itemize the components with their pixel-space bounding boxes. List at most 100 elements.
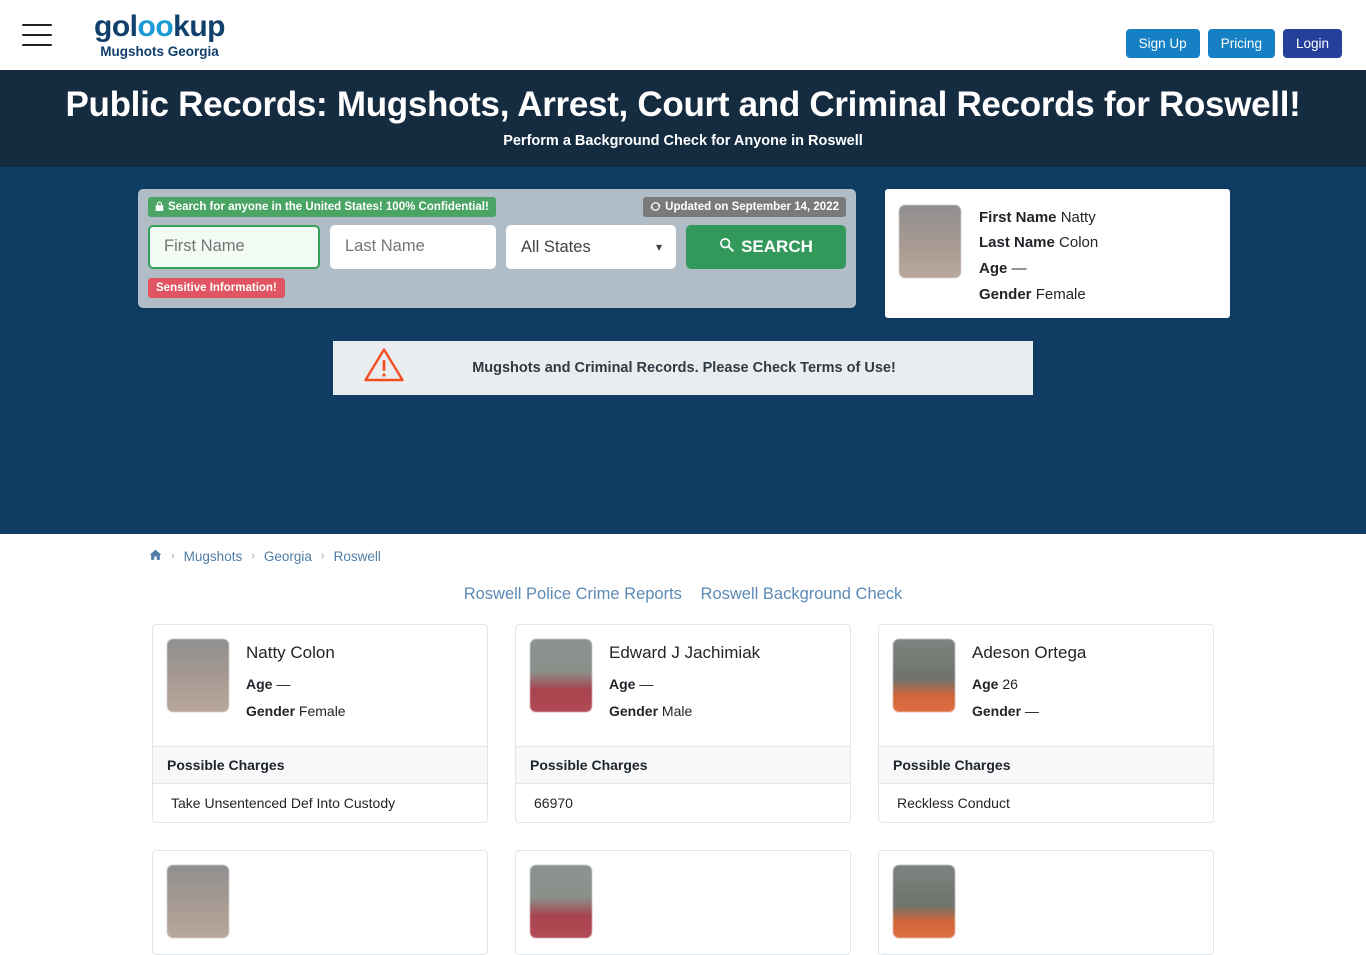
sync-icon <box>650 201 661 212</box>
possible-charges-header: Possible Charges <box>516 745 850 784</box>
terms-warning-banner: Mugshots and Criminal Records. Please Ch… <box>333 340 1033 395</box>
breadcrumb-item-mugshots[interactable]: Mugshots <box>184 549 243 564</box>
first-name-input[interactable] <box>148 224 320 269</box>
result-gender-value: Male <box>661 702 693 719</box>
result-card-header: Adeson Ortega Age 26 Gender — <box>879 625 1213 746</box>
result-card[interactable]: Natty Colon Age — Gender Female Possible… <box>152 623 488 823</box>
breadcrumb-item-georgia[interactable]: Georgia <box>264 549 312 564</box>
breadcrumb-separator: › <box>320 550 325 562</box>
result-gender-row: Gender — <box>972 703 1086 719</box>
result-gender-row: Gender Male <box>609 703 760 719</box>
result-gender-row: Gender Female <box>246 703 346 719</box>
result-card[interactable] <box>878 849 1214 955</box>
result-card-header <box>516 851 850 954</box>
logo-text-right: kup <box>173 9 225 43</box>
breadcrumb-item-roswell: Roswell <box>333 548 381 564</box>
mugshot-thumbnail <box>530 638 592 712</box>
result-card[interactable]: Edward J Jachimiak Age — Gender Male Pos… <box>515 623 851 823</box>
result-gender-value: Female <box>298 702 346 719</box>
featured-person-card[interactable]: First Name Natty Last Name Colon Age — G… <box>885 188 1230 318</box>
result-age-value: 26 <box>1002 675 1018 692</box>
breadcrumb: › Mugshots › Georgia › Roswell <box>0 549 1366 564</box>
result-card[interactable] <box>152 849 488 955</box>
result-person-name: Edward J Jachimiak <box>609 642 761 662</box>
hero-banner: Public Records: Mugshots, Arrest, Court … <box>0 70 1366 167</box>
last-name-input[interactable] <box>330 224 496 269</box>
result-gender-value: — <box>1024 702 1039 719</box>
result-age-label: Age <box>972 675 999 692</box>
result-person-name: Natty Colon <box>246 642 335 662</box>
result-card-info: Natty Colon Age — Gender Female <box>246 639 346 730</box>
link-police-crime-reports[interactable]: Roswell Police Crime Reports <box>464 585 682 603</box>
link-background-check[interactable]: Roswell Background Check <box>701 585 903 603</box>
featured-person-details: First Name Natty Last Name Colon Age — G… <box>979 205 1098 308</box>
mugshot-thumbnail <box>167 864 229 938</box>
magnifier-icon <box>719 237 734 257</box>
home-icon[interactable] <box>149 549 162 564</box>
featured-last-name-row: Last Name Colon <box>979 230 1098 256</box>
breadcrumb-separator: › <box>171 550 175 562</box>
logo-subtitle: Mugshots Georgia <box>100 43 219 59</box>
result-card-header: Natty Colon Age — Gender Female <box>153 625 487 746</box>
featured-last-name-value: Colon <box>1059 234 1099 252</box>
result-card-info: Adeson Ortega Age 26 Gender — <box>972 639 1086 730</box>
result-person-name: Adeson Ortega <box>972 642 1087 662</box>
mugshot-thumbnail <box>899 204 961 278</box>
hamburger-menu-icon[interactable] <box>22 24 52 46</box>
site-logo[interactable]: golookup Mugshots Georgia <box>94 9 225 59</box>
featured-age-row: Age — <box>979 256 1098 282</box>
result-card-header: Edward J Jachimiak Age — Gender Male <box>516 625 850 746</box>
possible-charges-header: Possible Charges <box>879 745 1213 784</box>
featured-first-name-label: First Name <box>979 208 1057 226</box>
state-select-wrapper: All States ▾ <box>506 224 676 269</box>
search-form: Search for anyone in the United States! … <box>138 188 856 308</box>
search-button[interactable]: SEARCH <box>686 224 846 269</box>
search-button-label: SEARCH <box>741 236 813 256</box>
possible-charges-value: Take Unsentenced Def Into Custody <box>171 794 396 811</box>
login-button[interactable]: Login <box>1282 28 1342 58</box>
logo-text-left: gol <box>94 9 138 43</box>
logo-wordmark: golookup <box>94 9 225 43</box>
search-fields: All States ▾ SEARCH <box>148 224 846 269</box>
sign-up-button[interactable]: Sign Up <box>1125 28 1200 58</box>
lock-icon <box>155 201 164 212</box>
page-subtitle: Perform a Background Check for Anyone in… <box>503 132 863 149</box>
result-card-info: Edward J Jachimiak Age — Gender Male <box>609 639 760 730</box>
result-age-label: Age <box>246 675 273 692</box>
featured-gender-label: Gender <box>979 285 1032 303</box>
mugshot-thumbnail <box>893 638 955 712</box>
featured-age-value: — <box>1011 260 1027 278</box>
result-card[interactable]: Adeson Ortega Age 26 Gender — Possible C… <box>878 623 1214 823</box>
quick-links: Roswell Police Crime Reports Roswell Bac… <box>0 585 1366 604</box>
logo-text-middle: oo <box>137 9 174 43</box>
featured-last-name-label: Last Name <box>979 234 1055 252</box>
result-age-row: Age 26 <box>972 676 1086 692</box>
possible-charges-header: Possible Charges <box>153 745 487 784</box>
top-navigation-bar: golookup Mugshots Georgia Sign Up Pricin… <box>0 0 1366 70</box>
result-card-header <box>879 851 1213 954</box>
result-age-value: — <box>276 675 291 692</box>
warning-triangle-icon <box>363 346 409 389</box>
state-select[interactable]: All States <box>506 224 676 269</box>
mugshot-thumbnail <box>167 638 229 712</box>
possible-charges-value: 66970 <box>534 794 573 811</box>
result-gender-label: Gender <box>609 702 659 719</box>
possible-charges-value: Reckless Conduct <box>897 794 1010 811</box>
result-age-row: Age — <box>609 676 760 692</box>
result-age-value: — <box>639 675 654 692</box>
confidential-badge: Search for anyone in the United States! … <box>148 196 496 217</box>
result-card[interactable] <box>515 849 851 955</box>
result-gender-label: Gender <box>972 702 1022 719</box>
result-card-header <box>153 851 487 954</box>
result-age-label: Age <box>609 675 636 692</box>
search-row: Search for anyone in the United States! … <box>0 188 1366 318</box>
featured-gender-value: Female <box>1035 285 1086 303</box>
sensitive-information-badge: Sensitive Information! <box>148 277 285 298</box>
hamburger-bar <box>22 24 52 26</box>
result-gender-label: Gender <box>246 702 296 719</box>
confidential-badge-text: Search for anyone in the United States! … <box>168 200 489 213</box>
pricing-button[interactable]: Pricing <box>1207 28 1275 58</box>
updated-badge: Updated on September 14, 2022 <box>643 196 846 217</box>
featured-age-label: Age <box>979 260 1008 278</box>
updated-badge-text: Updated on September 14, 2022 <box>665 200 839 213</box>
